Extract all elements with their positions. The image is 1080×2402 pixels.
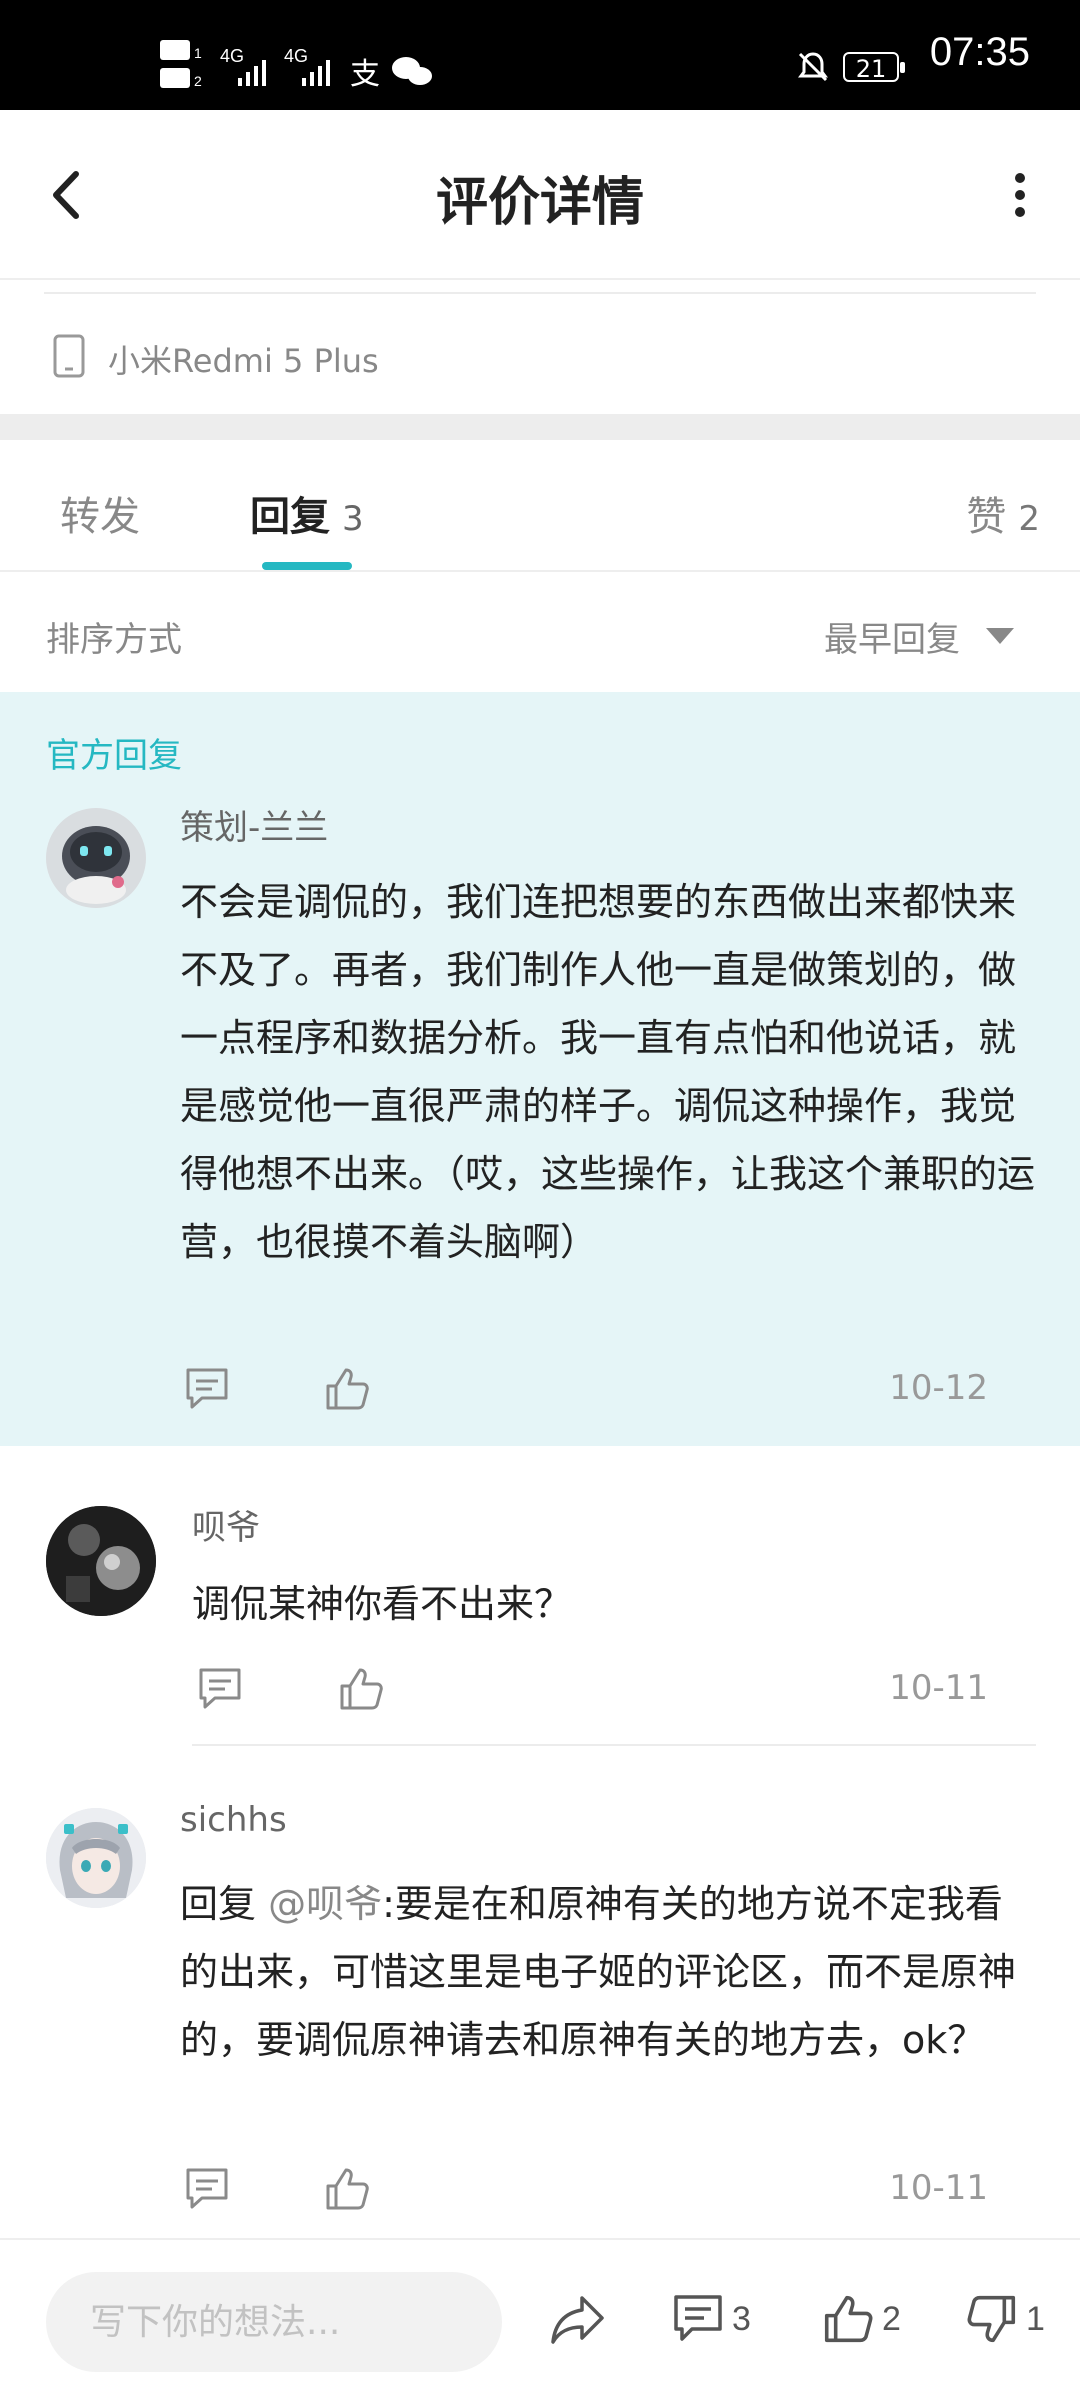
- reply-icon[interactable]: [182, 1364, 232, 1414]
- dislike-button[interactable]: 1: [964, 2286, 1045, 2352]
- official-reply-label: 官方回复: [46, 736, 182, 776]
- status-bar: 1 2 4G 4G 支 21 07:35: [0, 0, 1080, 110]
- user-avatar-image: [46, 1506, 156, 1616]
- app-header: 评价详情: [0, 110, 1080, 280]
- tab-label: 赞: [966, 494, 1007, 540]
- bottom-action-bar: 3 2 1: [0, 2238, 1080, 2402]
- comments-button[interactable]: 3: [670, 2286, 751, 2352]
- thumbs-down-icon: [967, 2295, 1016, 2343]
- sort-label: 排序方式: [46, 620, 182, 660]
- network-signal-icons: 1 2 4G 4G 支: [160, 40, 432, 92]
- clock: 07:35: [929, 30, 1030, 74]
- share-icon: [551, 2296, 604, 2344]
- tab-replies[interactable]: 回复 3: [250, 484, 364, 542]
- comment-icon: [674, 2295, 722, 2341]
- robot-avatar-icon: [46, 808, 146, 908]
- avatar[interactable]: [46, 1506, 156, 1616]
- reply-icon[interactable]: [182, 2164, 232, 2214]
- device-label: 小米Redmi 5 Plus: [108, 342, 379, 380]
- comment-count: 3: [732, 2299, 751, 2338]
- like-button[interactable]: 2: [820, 2286, 901, 2352]
- user-avatar-image: [46, 1808, 146, 1908]
- thumbs-up-icon: [824, 2295, 873, 2343]
- svg-text:1: 1: [194, 45, 202, 61]
- reply-prefix: 回复: [180, 1882, 269, 1926]
- comment-username[interactable]: sichhs: [180, 1800, 287, 1840]
- mute-bell-icon: [798, 52, 828, 82]
- tab-likes[interactable]: 赞2: [966, 484, 1040, 542]
- comment-text: 调侃某神你看不出来？: [192, 1582, 573, 1626]
- avatar[interactable]: [46, 808, 146, 908]
- svg-text:4G: 4G: [284, 46, 308, 66]
- divider: [44, 292, 1036, 294]
- section-separator: [0, 414, 1080, 440]
- comment-username[interactable]: 呗爷: [192, 1500, 260, 1549]
- share-button[interactable]: [548, 2286, 606, 2352]
- sort-row: 排序方式 最早回复: [0, 572, 1080, 692]
- comment-username[interactable]: 策划-兰兰: [180, 800, 328, 849]
- caret-down-icon[interactable]: [986, 628, 1014, 644]
- comment-input[interactable]: [46, 2272, 502, 2372]
- device-info: 小米Redmi 5 Plus: [0, 278, 1080, 414]
- svg-text:2: 2: [194, 73, 202, 89]
- active-tab-indicator: [262, 562, 352, 570]
- sort-dropdown[interactable]: 最早回复: [824, 612, 960, 661]
- thumbs-up-icon[interactable]: [322, 1364, 372, 1414]
- comment-date: 10-11: [889, 2168, 988, 2208]
- comment-date: 10-11: [889, 1668, 988, 1708]
- reply-icon[interactable]: [195, 1664, 245, 1714]
- official-reply-section: 官方回复 策划-兰兰 不会是调侃的，我们连把想要的东西做出来都快来不及了。再者，…: [0, 692, 1080, 1446]
- vertical-dots-icon[interactable]: [990, 160, 1050, 230]
- svg-text:4G: 4G: [220, 46, 244, 66]
- thumbs-up-icon[interactable]: [322, 2164, 372, 2214]
- phone-icon: [53, 334, 85, 378]
- tab-count: 3: [342, 499, 364, 539]
- battery-indicator: 21: [843, 52, 905, 83]
- page-title: 评价详情: [435, 173, 644, 233]
- tab-label: 回复: [250, 494, 330, 540]
- mention-link[interactable]: @呗爷: [268, 1882, 382, 1926]
- comment-input-container[interactable]: [46, 2272, 502, 2372]
- avatar[interactable]: [46, 1808, 146, 1908]
- comment-text: 回复 @呗爷:要是在和原神有关的地方说不定我看的出来，可惜这里是电子姬的评论区，…: [180, 1870, 1036, 2074]
- tab-forward[interactable]: 转发: [60, 484, 140, 542]
- comment-text: 不会是调侃的，我们连把想要的东西做出来都快来不及了。再者，我们制作人他一直是做策…: [180, 880, 1036, 1264]
- tab-label: 转发: [60, 494, 140, 540]
- tab-bar: 转发 回复 3 赞2: [0, 440, 1080, 572]
- dislike-count: 1: [1026, 2299, 1045, 2338]
- comment-date: 10-12: [889, 1368, 988, 1408]
- svg-text:支: 支: [350, 57, 380, 92]
- thumbs-up-icon[interactable]: [336, 1664, 386, 1714]
- tab-count: 2: [1018, 499, 1040, 539]
- like-count: 2: [882, 2299, 901, 2338]
- divider: [192, 1744, 1036, 1746]
